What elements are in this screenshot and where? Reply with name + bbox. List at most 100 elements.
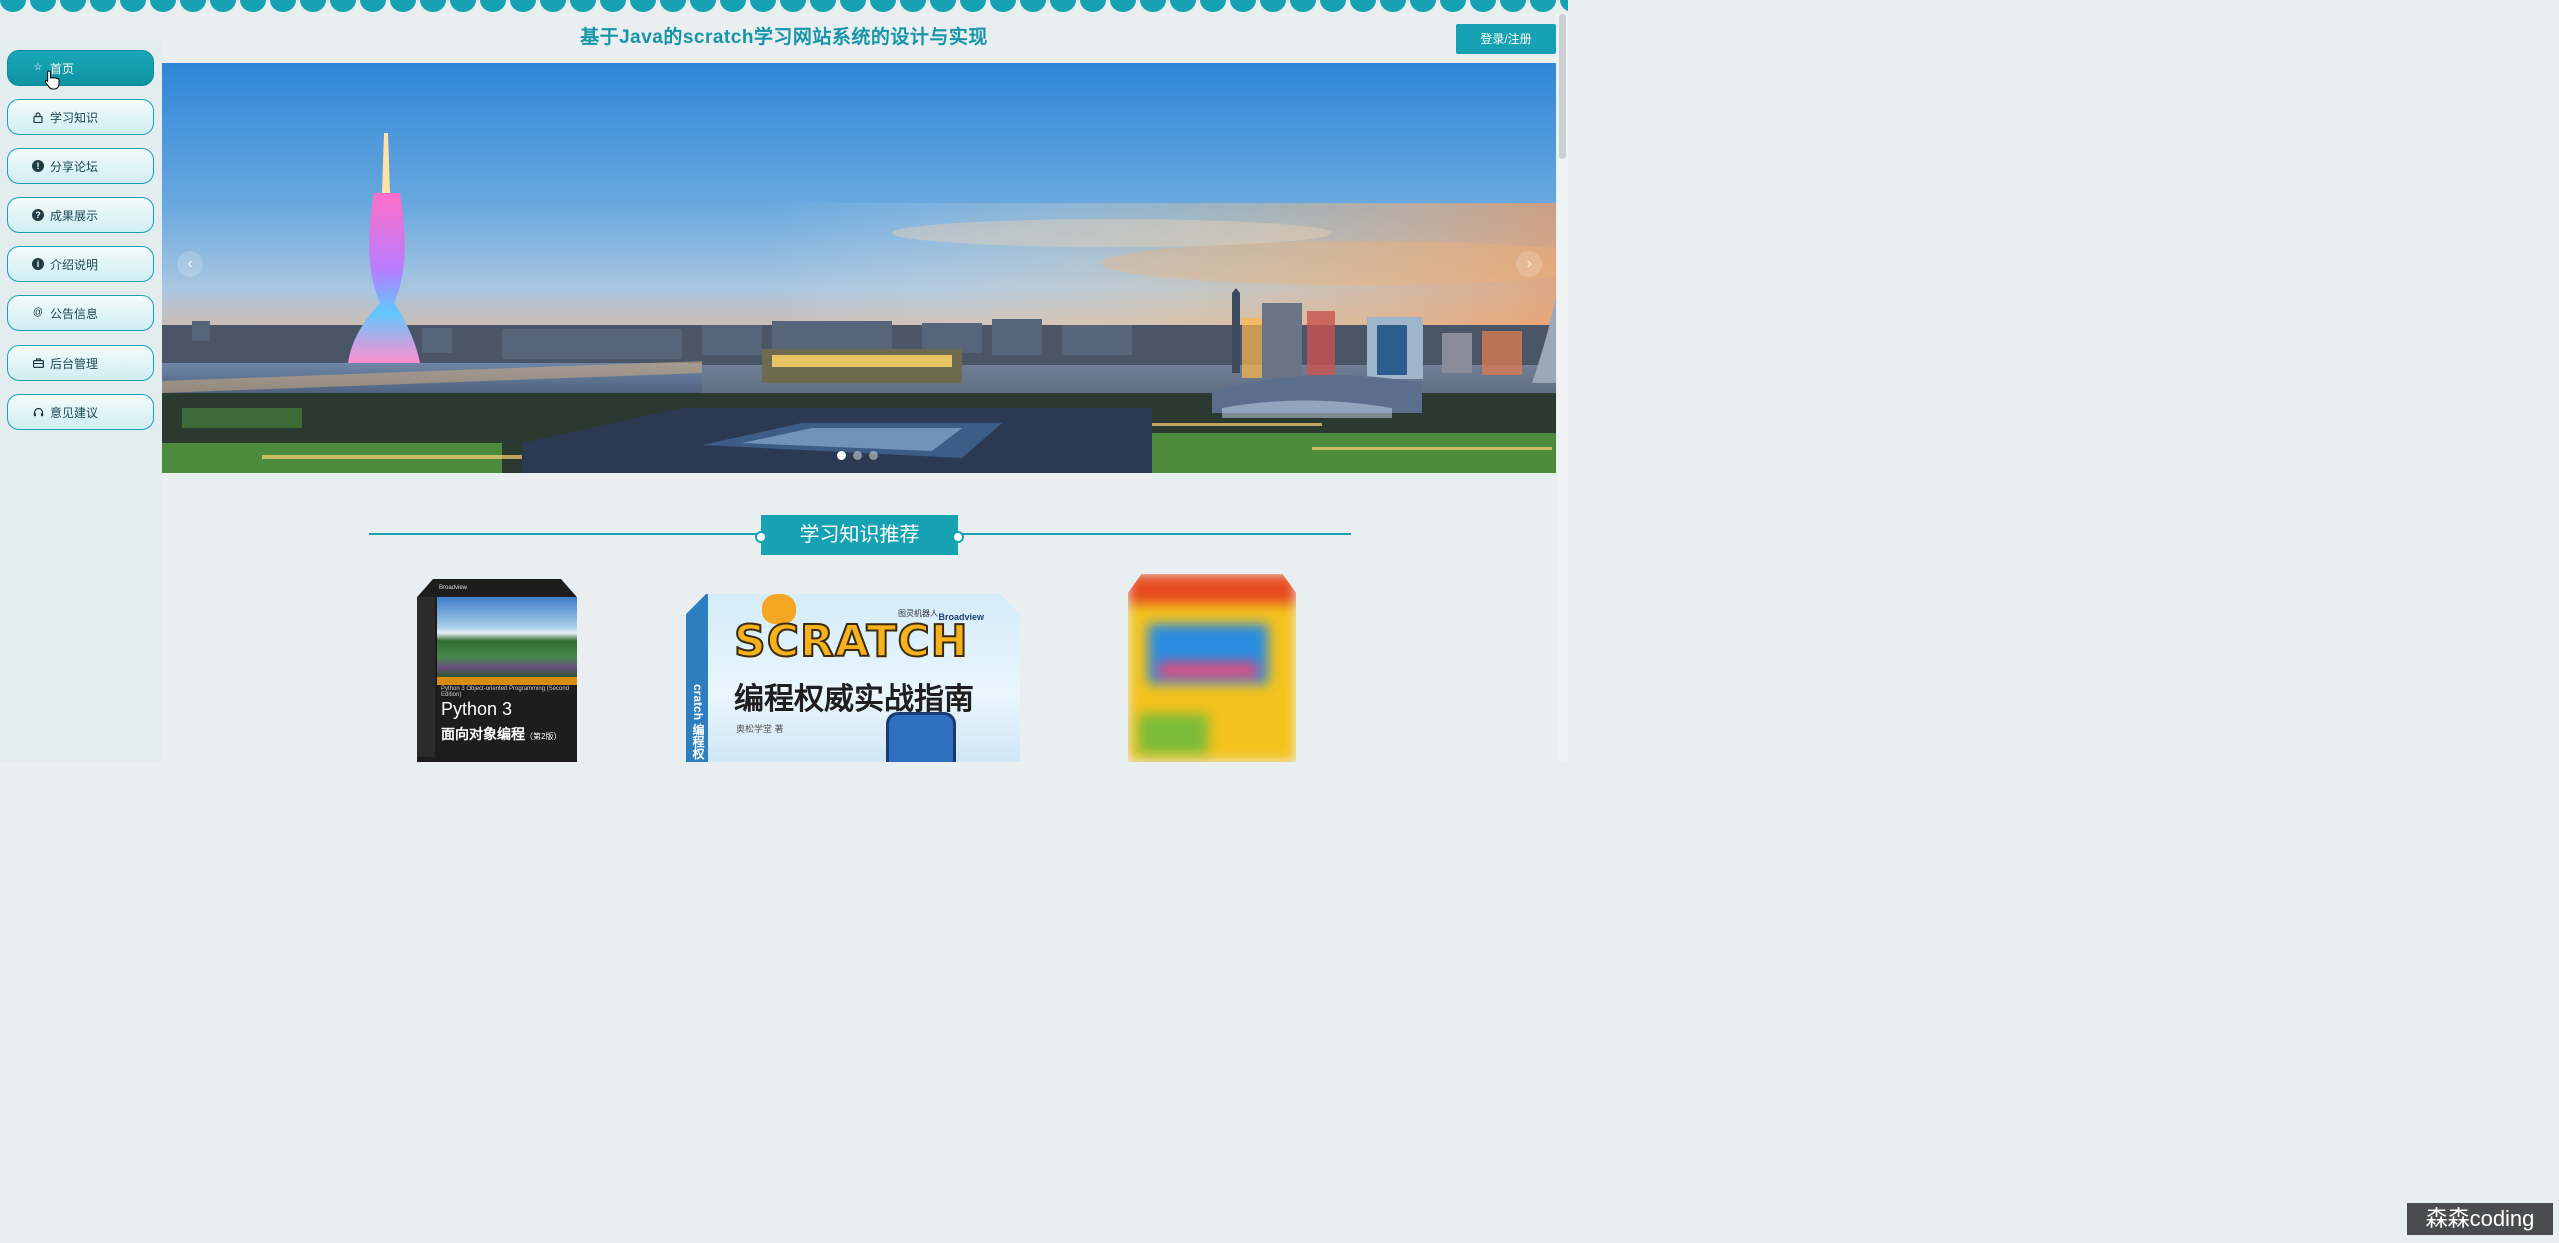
login-register-button[interactable]: 登录/注册 — [1456, 24, 1556, 54]
lock-icon — [32, 111, 44, 123]
sidebar-item-feedback[interactable]: 意见建议 — [7, 394, 154, 430]
sidebar-item-announcements[interactable]: @ 公告信息 — [7, 295, 154, 331]
scallop-shape — [1440, 0, 1466, 12]
scallop-shape — [840, 0, 866, 12]
page-header: 基于Java的scratch学习网站系统的设计与实现 登录/注册 — [0, 14, 1568, 60]
section-heading: 学习知识推荐 — [755, 515, 964, 555]
book-edition: （第2版） — [525, 732, 562, 741]
scallop-shape — [630, 0, 656, 12]
carousel-indicators — [837, 451, 878, 460]
scallop-shape — [540, 0, 566, 12]
page-scrollbar[interactable] — [1557, 14, 1568, 762]
scallop-shape — [1470, 0, 1496, 12]
carousel-prev-button[interactable]: ‹ — [177, 251, 203, 277]
star-icon: ☆ — [33, 62, 43, 73]
sidebar-item-admin[interactable]: 后台管理 — [7, 345, 154, 381]
scallop-shape — [570, 0, 596, 12]
scallop-shape — [390, 0, 416, 12]
at-icon: @ — [32, 307, 44, 318]
scallop-shape — [810, 0, 836, 12]
scallop-shape — [450, 0, 476, 12]
scallop-shape — [720, 0, 746, 12]
info-icon: i — [32, 258, 44, 270]
city-skyline-image — [162, 63, 1556, 473]
sidebar-item-home[interactable]: ☆ 首页 — [7, 50, 154, 86]
book-spine-text: cratch 编程权 — [691, 684, 705, 760]
book-title-line1: Python 3 — [441, 699, 513, 719]
book-logo-word: SCRATCH — [733, 615, 969, 668]
scallop-shape — [870, 0, 896, 12]
scallop-shape — [1170, 0, 1196, 12]
scallop-shape — [420, 0, 446, 12]
scallop-shape — [1200, 0, 1226, 12]
scallop-shape — [270, 0, 296, 12]
carousel-dot[interactable] — [869, 451, 878, 460]
scallop-shape — [60, 0, 86, 12]
carousel-dot[interactable] — [853, 451, 862, 460]
video-watermark: 森森coding — [2407, 1203, 2553, 1235]
scallop-shape — [960, 0, 986, 12]
hero-carousel[interactable]: ‹ › — [162, 63, 1556, 473]
book-card-scratch[interactable]: cratch 编程权 图灵机器人 Broadview SCRATCH 编程权威实… — [686, 594, 1020, 762]
scallop-shape — [780, 0, 806, 12]
sidebar-item-label: 分享论坛 — [50, 159, 99, 174]
scallop-shape — [180, 0, 206, 12]
scallop-shape — [900, 0, 926, 12]
scallop-shape — [120, 0, 146, 12]
scallop-shape — [0, 0, 26, 12]
site-title: 基于Java的scratch学习网站系统的设计与实现 — [580, 27, 988, 48]
scallop-shape — [210, 0, 236, 12]
scallop-shape — [1320, 0, 1346, 12]
carousel-dot[interactable] — [837, 451, 846, 460]
scallop-shape — [1380, 0, 1406, 12]
book-card-blurred[interactable] — [1128, 574, 1296, 762]
sidebar-item-showcase[interactable]: ? 成果展示 — [7, 197, 154, 233]
book-cover-band — [437, 677, 577, 685]
carousel-next-button[interactable]: › — [1516, 251, 1542, 277]
scallop-shape — [1140, 0, 1166, 12]
scallop-shape — [1560, 0, 1568, 12]
robot-illustration — [886, 712, 956, 762]
scallop-shape — [360, 0, 386, 12]
scallop-shape — [240, 0, 266, 12]
sidebar-item-learning[interactable]: 学习知识 — [7, 99, 154, 135]
scallop-shape — [510, 0, 536, 12]
scalloped-top-border — [0, 0, 1568, 14]
book-spine: cratch 编程权 — [686, 594, 708, 762]
sidebar-item-forum[interactable]: ! 分享论坛 — [7, 148, 154, 184]
scallop-shape — [1350, 0, 1376, 12]
book-cover-image — [437, 597, 577, 677]
scallop-shape — [1110, 0, 1136, 12]
book-card-python[interactable]: Broadview Python 3 Object-oriented Progr… — [417, 579, 577, 762]
scallop-shape — [600, 0, 626, 12]
book-spine — [417, 597, 435, 757]
scallop-shape — [1080, 0, 1106, 12]
briefcase-icon — [32, 357, 44, 369]
headset-icon — [32, 406, 44, 418]
scallop-shape — [300, 0, 326, 12]
scallop-shape — [1260, 0, 1286, 12]
book-publisher: Broadview — [439, 585, 468, 591]
book-cover-band — [1128, 574, 1296, 604]
scrollbar-thumb[interactable] — [1559, 14, 1566, 159]
book-subtitle: Python 3 Object-oriented Programming (Se… — [441, 686, 570, 698]
book-title-line2: 面向对象编程（第2版） — [441, 724, 561, 744]
scallop-shape — [1410, 0, 1436, 12]
scallop-shape — [1230, 0, 1256, 12]
scallop-shape — [30, 0, 56, 12]
alert-icon: ! — [32, 160, 44, 172]
sidebar-item-intro[interactable]: i 介绍说明 — [7, 246, 154, 282]
scallop-shape — [330, 0, 356, 12]
section-divider-left — [369, 533, 761, 535]
scallop-shape — [1050, 0, 1076, 12]
section-divider-right — [958, 533, 1351, 535]
scallop-shape — [690, 0, 716, 12]
scallop-shape — [1530, 0, 1556, 12]
book-title-text: 面向对象编程 — [441, 726, 525, 742]
sidebar-item-label: 公告信息 — [50, 306, 99, 321]
sidebar-item-label: 后台管理 — [50, 356, 99, 371]
sidebar-nav: ☆ 首页 学习知识 ! 分享论坛 ? 成果展示 i 介绍说明 @ 公告信息 后台… — [0, 40, 162, 762]
sidebar-item-label: 意见建议 — [50, 405, 99, 420]
book-author: 奥松学堂 著 — [736, 724, 784, 734]
sidebar-item-label: 成果展示 — [50, 208, 99, 223]
